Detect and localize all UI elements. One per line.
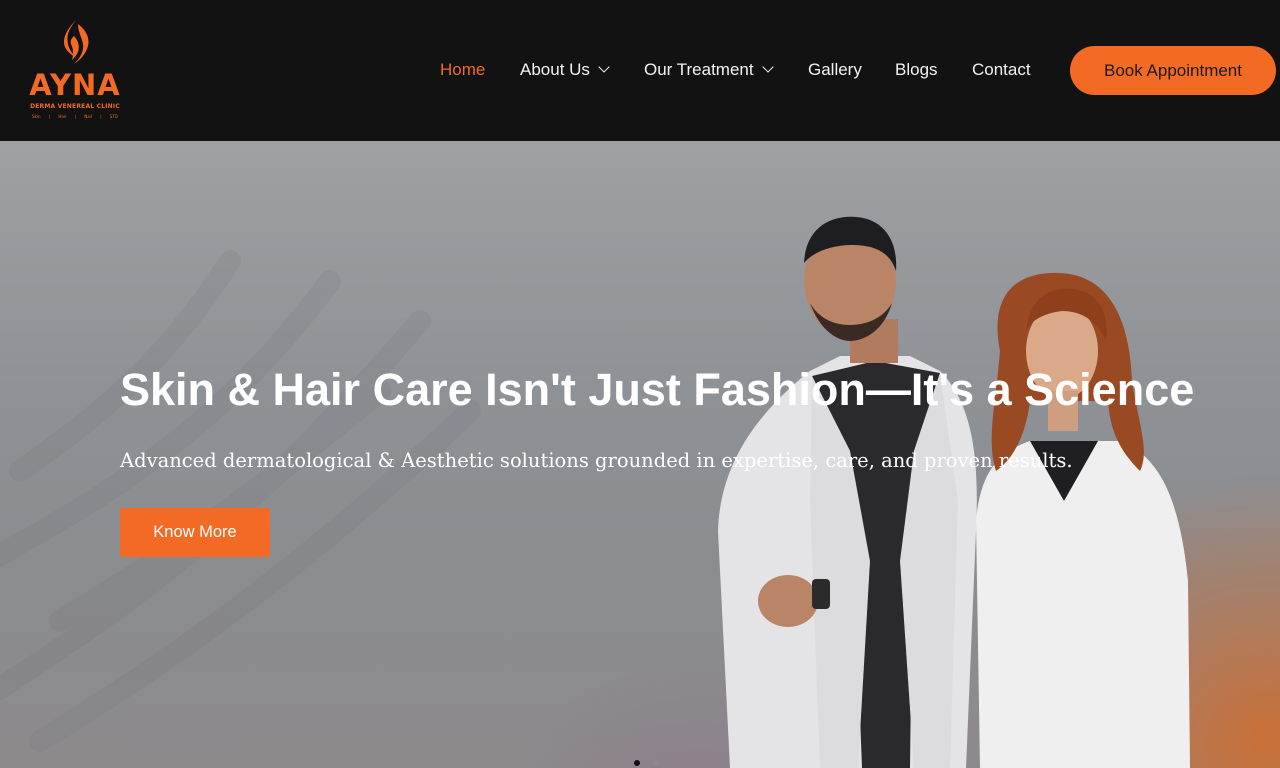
book-appointment-button[interactable]: Book Appointment	[1070, 46, 1276, 95]
brand-tag: |	[100, 114, 102, 119]
nav-item-label: About Us	[520, 60, 590, 79]
slide-dot-active[interactable]	[634, 760, 640, 766]
slide-dot[interactable]	[653, 760, 659, 766]
nav-item-blogs[interactable]: Blogs	[895, 58, 938, 82]
know-more-button[interactable]: Know More	[120, 508, 270, 557]
nav-item-label: Gallery	[808, 60, 862, 79]
hero-title: Skin & Hair Care Isn't Just Fashion—It's…	[120, 364, 1195, 415]
slider-pagination	[634, 760, 664, 768]
chevron-down-icon	[598, 61, 610, 73]
nav-item-label: Blogs	[895, 60, 938, 79]
nav-item-contact[interactable]: Contact	[972, 58, 1031, 82]
brand-tag: STD	[109, 114, 118, 119]
brand-name: AYNA	[29, 68, 121, 102]
nav-item-about-us[interactable]: About Us	[520, 58, 610, 82]
hero-slider: Skin & Hair Care Isn't Just Fashion—It's…	[0, 141, 1280, 768]
brand-tag: Hair	[58, 114, 67, 119]
brand-tag: Skin	[32, 114, 41, 119]
site-header: AYNA DERMA VENEREAL CLINIC Skin | Hair |…	[0, 0, 1280, 141]
flame-face-icon	[64, 20, 89, 64]
clinic-logo[interactable]: AYNA DERMA VENEREAL CLINIC Skin | Hair |…	[22, 18, 128, 124]
nav-item-label: Contact	[972, 60, 1031, 79]
nav-item-label: Home	[440, 60, 486, 79]
hero-subtitle: Advanced dermatological & Aesthetic solu…	[120, 449, 1073, 472]
brand-tag: Nail	[84, 114, 93, 119]
brand-tag: |	[74, 114, 77, 119]
chevron-down-icon	[761, 61, 774, 73]
brand-tag: |	[48, 114, 51, 119]
nav-item-label: Our Treatment	[644, 60, 754, 79]
nav-item-home[interactable]: Home	[440, 58, 485, 82]
nav-item-gallery[interactable]: Gallery	[808, 58, 862, 82]
doctors-photo	[718, 216, 1190, 768]
nav-item-our-treatment[interactable]: Our Treatment	[644, 58, 774, 82]
brand-subtitle: DERMA VENEREAL CLINIC	[30, 103, 120, 110]
brand-tags: Skin | Hair | Nail | STD	[32, 114, 118, 119]
